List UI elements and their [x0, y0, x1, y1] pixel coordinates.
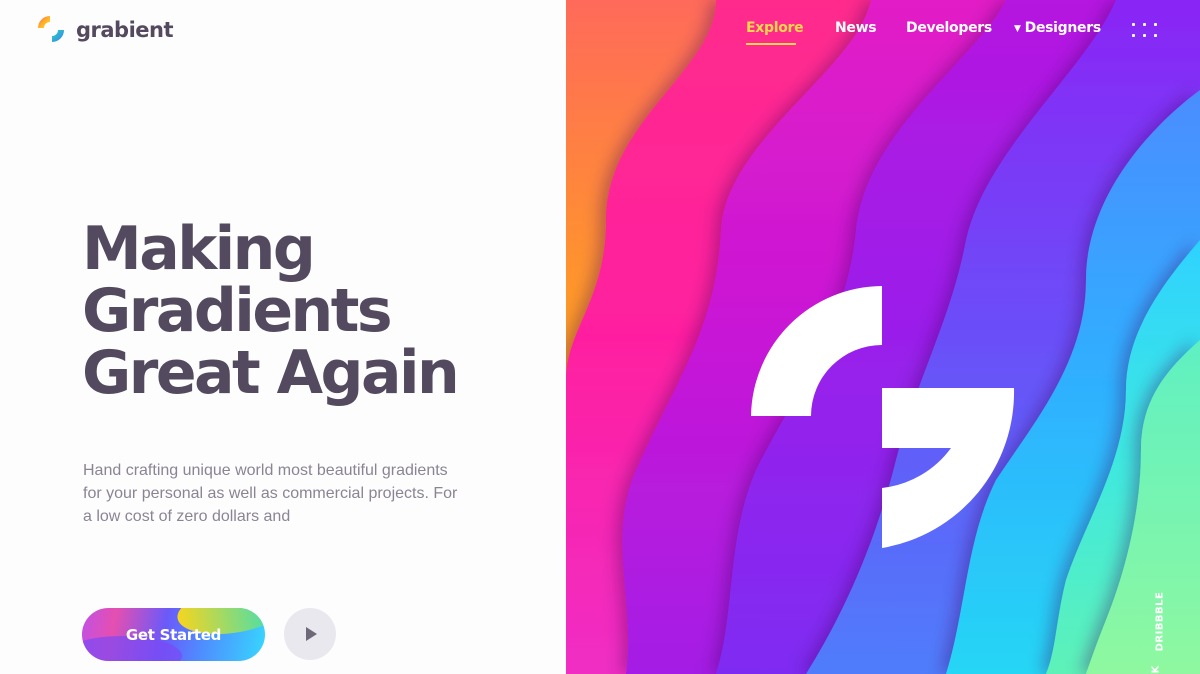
brand-logo[interactable]: grabient — [36, 14, 174, 46]
headline-line-2: Gradients — [82, 276, 393, 346]
hero-artwork — [566, 0, 1200, 674]
hero-headline: Making Gradients Great Again — [82, 218, 552, 404]
nav-designers[interactable]: ▼ Designers — [1014, 20, 1101, 40]
play-icon — [306, 627, 317, 641]
grid-dots-icon[interactable] — [1130, 21, 1160, 39]
get-started-button[interactable]: Get Started — [82, 608, 265, 661]
side-link-cut-label: K — [1150, 665, 1162, 674]
gradient-waves-artwork — [566, 0, 1200, 674]
hero-description: Hand crafting unique world most beautifu… — [83, 462, 458, 525]
dribbble-label: DRIBBBLE — [1154, 591, 1166, 652]
get-started-label: Get Started — [125, 625, 222, 644]
dribbble-link[interactable]: DRIBBBLE — [1150, 592, 1170, 656]
caret-down-icon: ▼ — [1014, 24, 1021, 34]
nav-designers-label: Designers — [1024, 20, 1102, 36]
hero-left-panel: grabient Making Gradients Great Again Ha… — [0, 0, 566, 674]
grabient-logo-icon — [38, 16, 64, 42]
headline-line-1: Making — [82, 214, 316, 284]
headline-line-3: Great Again — [82, 338, 460, 408]
nav-explore[interactable]: Explore — [746, 20, 804, 40]
brand-name: grabient — [76, 18, 174, 42]
play-video-button[interactable] — [284, 608, 336, 660]
nav-news[interactable]: News — [835, 20, 877, 40]
nav-developers[interactable]: Developers — [906, 20, 992, 40]
nav-active-underline — [746, 43, 796, 45]
